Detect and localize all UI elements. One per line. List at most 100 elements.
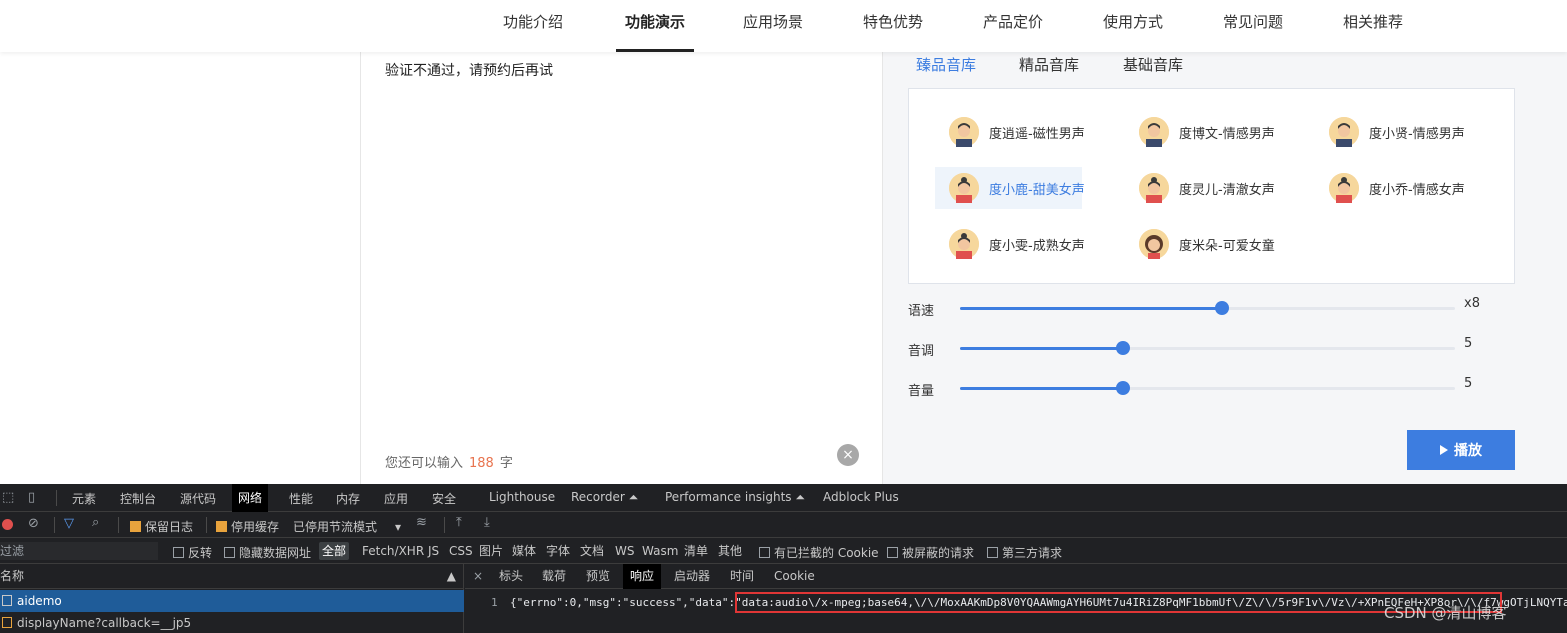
char-remaining-count: 188 [469, 456, 494, 471]
slider-thumb[interactable] [1116, 381, 1131, 395]
voice-name: 度小乔-情感女声 [1369, 182, 1465, 198]
voice-name: 度米朵-可爱女童 [1179, 238, 1275, 254]
devtools-tab-lighthouse[interactable]: Lighthouse [489, 490, 555, 504]
top-navigation: 功能介绍 功能演示 应用场景 特色优势 产品定价 使用方式 常见问题 相关推荐 [0, 0, 1567, 52]
devtools-tab-adblock-plus[interactable]: Adblock Plus [823, 490, 899, 504]
filter-type-img[interactable]: 图片 [476, 542, 506, 560]
play-icon [1440, 445, 1448, 455]
device-toolbar-icon[interactable]: ▯ [28, 490, 35, 505]
preserve-log-checkbox[interactable]: 保留日志 [130, 518, 193, 535]
nav-item-related[interactable]: 相关推荐 [1343, 0, 1403, 52]
filter-type-other[interactable]: 其他 [715, 542, 745, 560]
filter-type-manifest[interactable]: 清单 [681, 542, 711, 560]
response-tab-initiator[interactable]: 启动器 [674, 564, 710, 589]
response-tab-preview[interactable]: 预览 [586, 564, 610, 589]
nav-item-pricing[interactable]: 产品定价 [983, 0, 1043, 52]
name-column-header[interactable]: 名称 ▲ [0, 564, 464, 589]
blocked-cookies-checkbox[interactable]: 有已拦截的 Cookie [759, 544, 879, 561]
request-row[interactable]: displayName?callback=__jp5 [0, 612, 464, 633]
devtools-tab-recorder[interactable]: Recorder ⏶ [571, 490, 638, 505]
tab-premium-voices[interactable]: 臻品音库 [907, 54, 985, 90]
voice-name: 度小鹿-甜美女声 [989, 182, 1085, 198]
nav-item-advantages[interactable]: 特色优势 [863, 0, 923, 52]
voice-option[interactable]: 度灵儿-清澈女声 [1125, 167, 1275, 209]
pitch-slider[interactable] [960, 341, 1455, 355]
filter-type-js[interactable]: JS [425, 542, 442, 560]
request-row[interactable]: aidemo [0, 590, 464, 612]
devtools-tab-sources[interactable]: 源代码 [180, 490, 216, 507]
devtools-tab-console[interactable]: 控制台 [120, 490, 156, 507]
filter-type-fetch-xhr[interactable]: Fetch/XHR [359, 542, 427, 560]
editor-text[interactable]: 验证不通过，请预约后再试 [385, 60, 553, 80]
filter-type-font[interactable]: 字体 [543, 542, 573, 560]
devtools-tab-network[interactable]: 网络 [232, 484, 269, 512]
devtools-tab-memory[interactable]: 内存 [336, 490, 360, 507]
blocked-requests-checkbox[interactable]: 被屏蔽的请求 [887, 544, 974, 561]
voice-option[interactable]: 度小雯-成熟女声 [935, 223, 1085, 265]
filter-icon[interactable]: ▽ [64, 516, 74, 531]
slider-fill [960, 307, 1223, 310]
filter-type-media[interactable]: 媒体 [509, 542, 539, 560]
devtools-tab-performance[interactable]: 性能 [289, 490, 313, 507]
filter-type-css[interactable]: CSS [446, 542, 476, 560]
hide-data-urls-checkbox[interactable]: 隐藏数据网址 [224, 544, 311, 561]
voice-option[interactable]: 度博文-情感男声 [1125, 111, 1275, 153]
response-tab-headers[interactable]: 标头 [499, 564, 523, 589]
response-tab-timing[interactable]: 时间 [730, 564, 754, 589]
search-icon[interactable]: ⌕ [92, 515, 99, 530]
voice-option-selected[interactable]: 度小鹿-甜美女声 [935, 167, 1085, 209]
clear-icon[interactable]: ⊘ [28, 516, 39, 531]
devtools-tab-application[interactable]: 应用 [384, 490, 408, 507]
invert-checkbox[interactable]: 反转 [173, 544, 212, 561]
close-icon[interactable]: × [473, 564, 483, 589]
nav-item-intro[interactable]: 功能介绍 [503, 0, 563, 52]
filter-type-ws[interactable]: WS [612, 542, 637, 560]
nav-item-scenarios[interactable]: 应用场景 [743, 0, 803, 52]
speed-slider[interactable] [960, 301, 1455, 315]
clear-text-button[interactable]: × [837, 444, 859, 466]
close-icon: × [842, 447, 854, 463]
request-list: 名称 ▲ aidemo displayName?callback=__jp5 [0, 564, 464, 633]
request-name: aidemo [17, 594, 62, 608]
voice-option[interactable]: 度逍遥-磁性男声 [935, 111, 1085, 153]
play-button[interactable]: 播放 [1407, 430, 1515, 470]
nav-item-faq[interactable]: 常见问题 [1223, 0, 1283, 52]
record-icon[interactable] [2, 519, 13, 530]
checkbox-checked-icon [130, 521, 141, 532]
devtools-tab-performance-insights[interactable]: Performance insights ⏶ [665, 490, 805, 505]
tab-quality-voices[interactable]: 精品音库 [1019, 54, 1079, 88]
inspect-element-icon[interactable]: ⬚ [2, 490, 14, 505]
devtools-tab-security[interactable]: 安全 [432, 490, 456, 507]
nav-item-usage[interactable]: 使用方式 [1103, 0, 1163, 52]
upload-icon[interactable]: ⤒ [456, 515, 462, 530]
voice-option[interactable]: 度小贤-情感男声 [1315, 111, 1465, 153]
slider-thumb[interactable] [1215, 301, 1230, 315]
disable-cache-checkbox[interactable]: 停用缓存 [216, 518, 279, 535]
male-avatar-icon [1329, 117, 1359, 147]
slider-thumb[interactable] [1116, 341, 1131, 355]
response-tab-payload[interactable]: 载荷 [542, 564, 566, 589]
filter-input[interactable]: 过滤 [0, 542, 158, 560]
text-editor[interactable]: 验证不通过，请预约后再试 您还可以输入 188 字 × [360, 52, 883, 484]
divider [206, 517, 207, 533]
download-icon[interactable]: ⤓ [484, 515, 490, 530]
third-party-checkbox[interactable]: 第三方请求 [987, 544, 1062, 561]
response-tab-cookies[interactable]: Cookie [774, 564, 815, 589]
throttle-select[interactable]: 已停用节流模式 ▾ [293, 518, 401, 535]
sort-ascending-icon: ▲ [446, 569, 456, 583]
network-conditions-icon[interactable]: ≋ [416, 515, 427, 530]
response-tab-response[interactable]: 响应 [623, 564, 662, 589]
divider [56, 490, 57, 506]
char-count-hint: 您还可以输入 188 字 [385, 452, 513, 471]
female-avatar-icon [1329, 173, 1359, 203]
filter-type-doc[interactable]: 文档 [577, 542, 607, 560]
filter-type-all[interactable]: 全部 [319, 542, 350, 560]
devtools-tab-elements[interactable]: 元素 [72, 490, 96, 507]
filter-type-wasm[interactable]: Wasm [639, 542, 681, 560]
volume-slider[interactable] [960, 381, 1455, 395]
voice-name: 度逍遥-磁性男声 [989, 126, 1085, 142]
nav-item-demo[interactable]: 功能演示 [616, 0, 694, 52]
voice-option[interactable]: 度米朵-可爱女童 [1125, 223, 1275, 265]
tab-basic-voices[interactable]: 基础音库 [1123, 54, 1183, 88]
voice-option[interactable]: 度小乔-情感女声 [1315, 167, 1465, 209]
